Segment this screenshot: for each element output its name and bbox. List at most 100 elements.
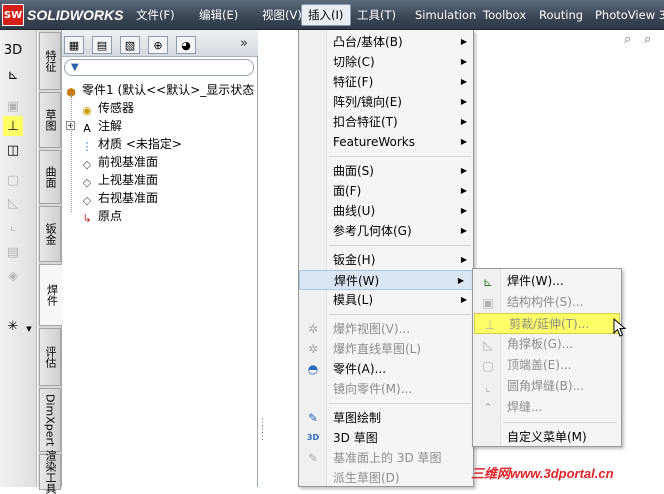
- tab-3[interactable]: 钣金: [39, 206, 61, 262]
- reference-icon[interactable]: ✳: [3, 316, 23, 336]
- insert-menu-item[interactable]: 镜向零件(M)...: [299, 379, 475, 399]
- menu-label: FeatureWorks: [333, 135, 415, 149]
- submenu-arrow-icon: ▶: [460, 226, 467, 235]
- menu-6[interactable]: Toolbox: [477, 4, 533, 26]
- weldment-menu-item[interactable]: ▢ 顶端盖(E)...: [473, 355, 621, 376]
- insert-menu-item[interactable]: 阵列/镜向(E) ▶: [299, 92, 475, 112]
- brand-name: SOLIDWORKS: [27, 7, 124, 23]
- menu-label: 自定义菜单(M): [507, 430, 587, 444]
- weldment-menu-item[interactable]: ⊾ 焊件(W)...: [473, 271, 621, 292]
- tree-item[interactable]: ⬢ 零件1 (默认<<默认>_显示状态: [64, 82, 254, 99]
- menu-4[interactable]: 工具(T): [351, 4, 409, 26]
- tree-item[interactable]: ◉ 传感器: [80, 100, 134, 117]
- property-icon[interactable]: ▤: [92, 36, 112, 54]
- weldment-menu-item[interactable]: ⌞ 圆角焊缝(B)...: [473, 376, 621, 397]
- insert-menu-item[interactable]: ✎ 草图绘制: [299, 408, 475, 428]
- insert-menu-item[interactable]: 面(F) ▶: [299, 181, 475, 201]
- tab-5[interactable]: 评估: [39, 328, 61, 386]
- tab-4[interactable]: 焊件: [39, 264, 63, 326]
- tab-1[interactable]: 草图: [39, 92, 61, 148]
- menu-0[interactable]: 文件(F): [130, 4, 193, 26]
- feature-manager-tabs: ▦ ▤ ▧ ⊕ ◕ »: [62, 30, 258, 57]
- tree-item[interactable]: ◇ 右视基准面: [80, 190, 158, 207]
- insert-menu-item[interactable]: ✎ 基准面上的 3D 草图: [299, 448, 475, 468]
- end-cap-icon[interactable]: ▢: [3, 170, 23, 190]
- material-icon: ⋮: [81, 140, 93, 153]
- panel-splitter-handle[interactable]: ⋮ ⋮ ⋮: [258, 419, 267, 442]
- menu-label: 曲线(U): [333, 204, 376, 218]
- submenu-arrow-icon: ▶: [460, 137, 467, 146]
- menu-1[interactable]: 编辑(E): [193, 4, 256, 26]
- feature-filter-input[interactable]: ▼: [64, 59, 254, 76]
- menu-8[interactable]: PhotoView 360: [589, 4, 664, 26]
- sensor-icon: ◉: [82, 104, 92, 117]
- weldment-menu-item[interactable]: ▣ 结构构件(S)...: [473, 292, 621, 313]
- submenu-arrow-icon: ▶: [460, 295, 467, 304]
- menu-label: 扣合特征(T): [333, 115, 398, 129]
- menu-separator: [329, 314, 471, 315]
- tab-label: 草图: [44, 109, 57, 131]
- display-icon[interactable]: ◕: [176, 36, 196, 54]
- tree-item[interactable]: ↳ 原点: [80, 208, 122, 225]
- plane-icon: ◇: [82, 158, 92, 171]
- submenu-arrow-icon: ▶: [460, 255, 467, 264]
- tab-2[interactable]: 曲面: [39, 150, 61, 204]
- weld-bead-icon[interactable]: ◈: [3, 266, 23, 286]
- tree-item[interactable]: ◇ 上视基准面: [80, 172, 158, 189]
- dimxpert-icon[interactable]: ⊕: [148, 36, 168, 54]
- menu-label: 参考几何体(G): [333, 224, 412, 238]
- insert-menu-item[interactable]: 3D 3D 草图: [299, 428, 475, 448]
- tree-item[interactable]: ◇ 前视基准面: [80, 154, 158, 171]
- extruded-boss-icon[interactable]: ◫: [3, 140, 23, 160]
- tree-item[interactable]: + A 注解: [66, 118, 122, 135]
- insert-menu-item[interactable]: 曲线(U) ▶: [299, 201, 475, 221]
- insert-menu-item[interactable]: 焊件(W) ▶: [299, 270, 473, 290]
- menu-label: 曲面(S): [333, 164, 374, 178]
- weldment-menu-item[interactable]: ⌃ 焊缝...: [473, 397, 621, 418]
- command-manager-tabs: 特征草图曲面钣金焊件 评估 DimXpert 渲染工具: [38, 30, 63, 494]
- insert-menu-item[interactable]: 派生草图(D): [299, 468, 475, 488]
- menu-2[interactable]: 视图(V): [256, 4, 302, 26]
- gusset-icon[interactable]: ◺: [3, 193, 23, 213]
- zoom-to-fit-icon[interactable]: ⌕: [624, 32, 631, 47]
- insert-menu-item[interactable]: 曲面(S) ▶: [299, 161, 475, 181]
- insert-menu-item[interactable]: 钣金(H) ▶: [299, 250, 475, 270]
- tab-6[interactable]: DimXpert: [39, 388, 61, 452]
- weldment-menu-item[interactable]: ◺ 角撑板(G)...: [473, 334, 621, 355]
- structural-member-icon[interactable]: ▣: [3, 96, 23, 116]
- insert-menu-item[interactable]: 扣合特征(T) ▶: [299, 112, 475, 132]
- insert-menu-item[interactable]: ◓ 零件(A)...: [299, 359, 475, 379]
- explode-line-icon: ✲: [307, 342, 319, 356]
- tab-label: 特征: [44, 50, 57, 72]
- cut-list-icon[interactable]: ▤: [3, 242, 23, 262]
- menu-5[interactable]: Simulation: [409, 4, 477, 26]
- zoom-area-icon[interactable]: ⌕: [644, 32, 651, 47]
- 3d-sketch-icon[interactable]: 3D: [3, 40, 23, 60]
- insert-menu-item[interactable]: ✲ 爆炸视图(V)...: [299, 319, 475, 339]
- insert-menu-item[interactable]: 模具(L) ▶: [299, 290, 475, 310]
- more-tabs-icon[interactable]: »: [240, 36, 248, 51]
- tab-7[interactable]: 渲染工具: [39, 450, 61, 494]
- dropdown-arrow-icon[interactable]: ▼: [24, 319, 34, 339]
- insert-menu-item[interactable]: 特征(F) ▶: [299, 72, 475, 92]
- weldment-icon[interactable]: ⊾: [3, 65, 23, 85]
- menu-label: 镜向零件(M)...: [333, 382, 413, 396]
- weldment-menu-item[interactable]: ⊥ 剪裁/延伸(T)...: [474, 313, 620, 334]
- menu-7[interactable]: Routing: [533, 4, 589, 26]
- insert-menu-item[interactable]: ✲ 爆炸直线草图(L): [299, 339, 475, 359]
- weldment-menu-item[interactable]: 自定义菜单(M): [473, 427, 621, 448]
- tab-0[interactable]: 特征: [39, 32, 61, 90]
- insert-menu-item[interactable]: 参考几何体(G) ▶: [299, 221, 475, 241]
- weldment-toolbar: 3D ⊾ ▣ ⊥ ◫ ▢ ◺ ⌞ ▤ ◈ ✳ ▼: [0, 30, 37, 487]
- insert-menu-item[interactable]: FeatureWorks ▶: [299, 132, 475, 152]
- feature-tree-icon[interactable]: ▦: [64, 36, 84, 54]
- trim-extend-icon[interactable]: ⊥: [3, 116, 23, 136]
- weldment-icon: ⊾: [482, 275, 494, 289]
- insert-menu-item[interactable]: 切除(C) ▶: [299, 52, 475, 72]
- tree-item[interactable]: ⋮ 材质 <未指定>: [80, 136, 182, 153]
- menu-3[interactable]: 插入(I): [301, 4, 351, 26]
- fillet-bead-icon[interactable]: ⌞: [3, 216, 23, 236]
- tab-label: 钣金: [44, 223, 57, 245]
- config-icon[interactable]: ▧: [120, 36, 140, 54]
- insert-menu-item[interactable]: 凸台/基体(B) ▶: [299, 32, 475, 52]
